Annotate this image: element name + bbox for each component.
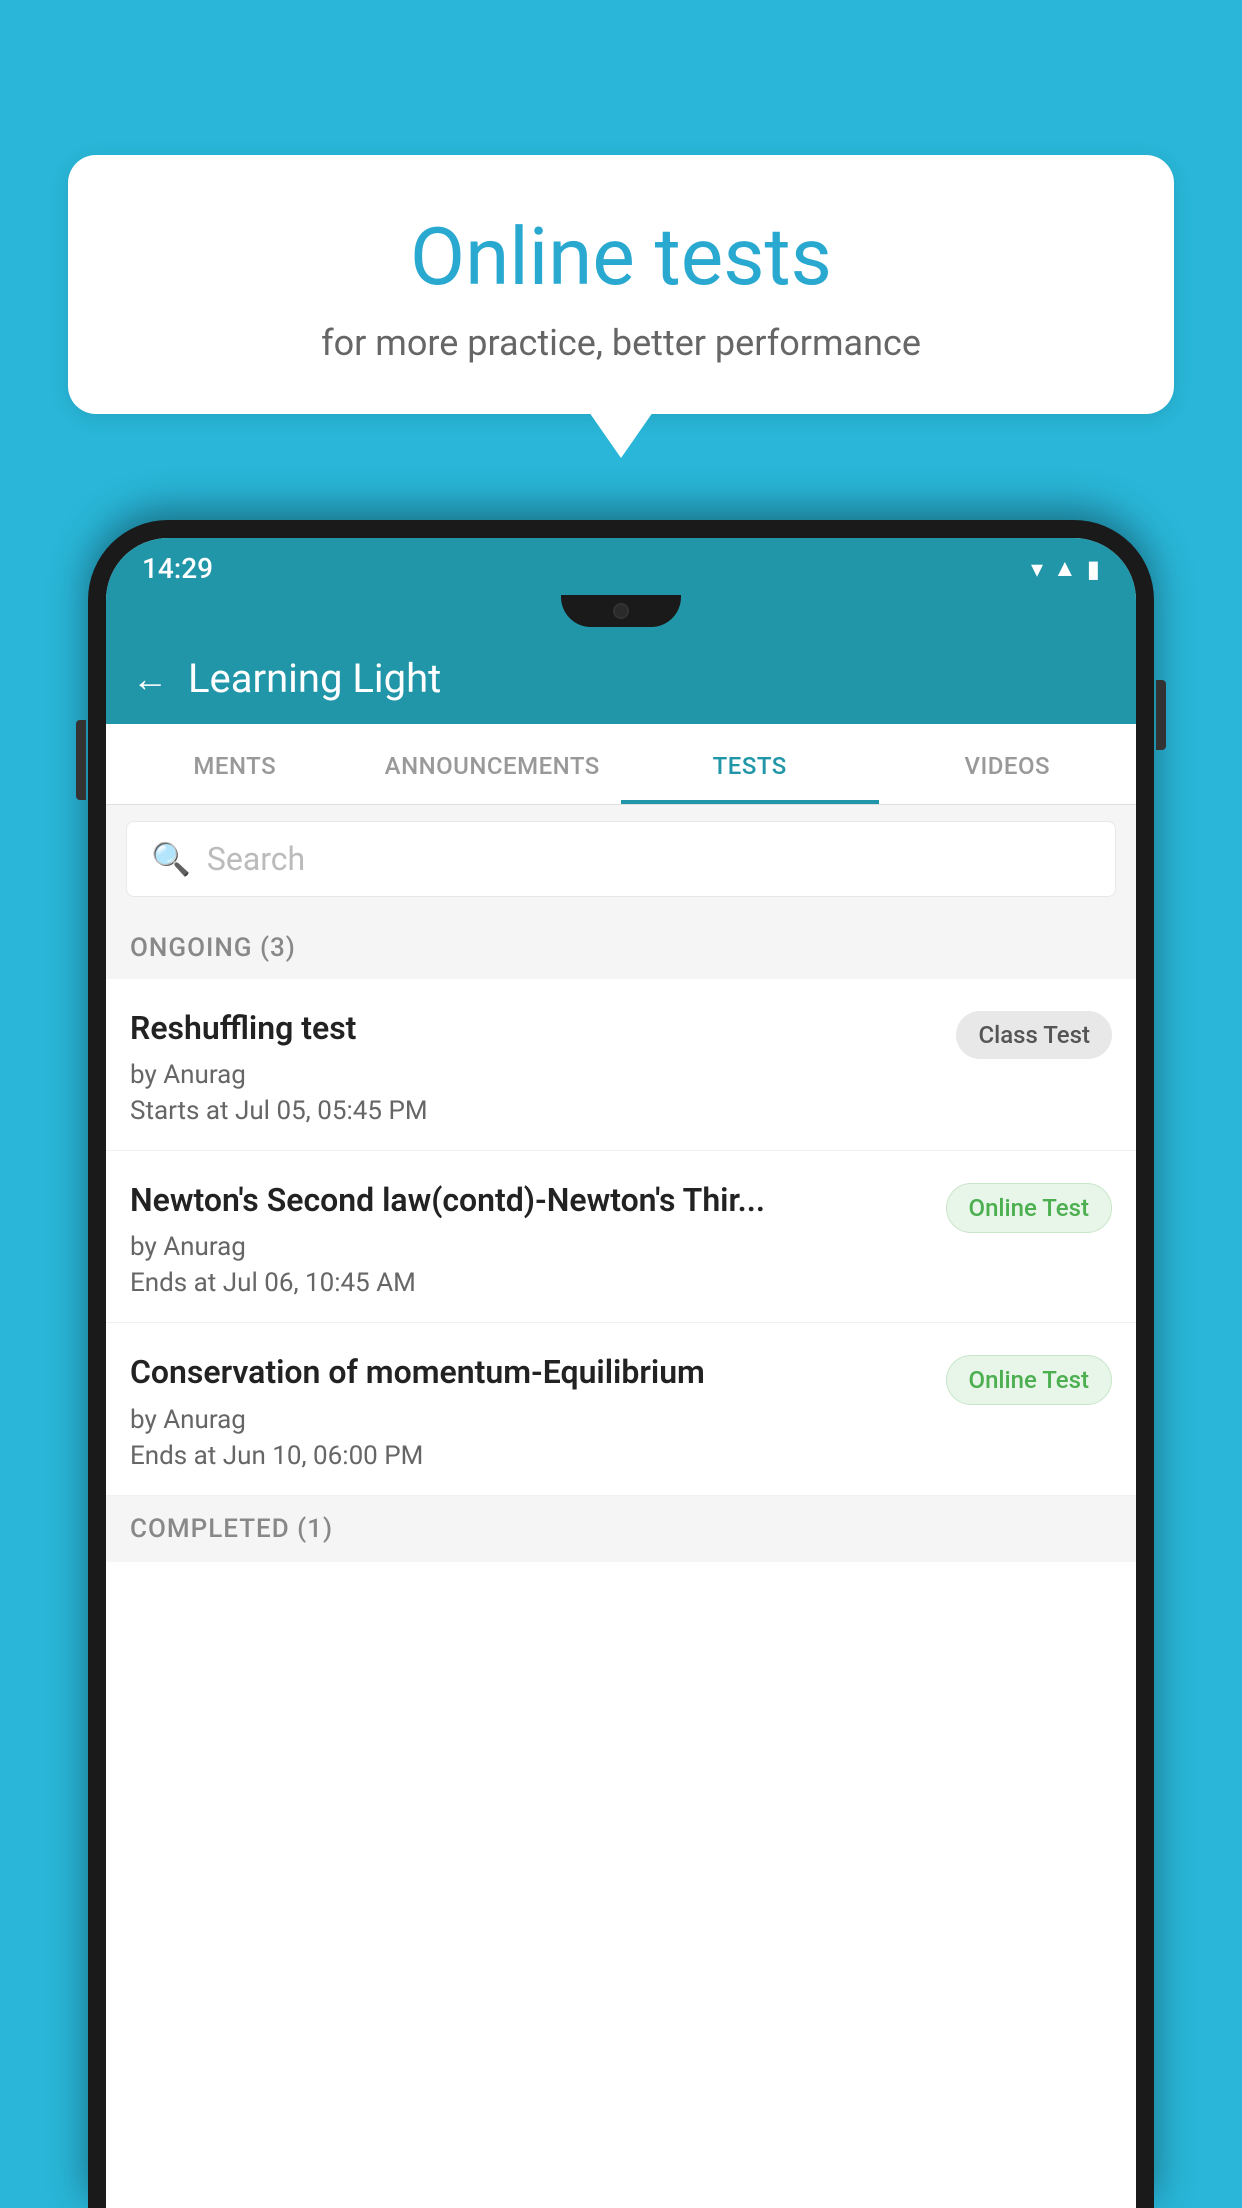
battery-icon: ▮ xyxy=(1087,555,1100,583)
test-date-3: Ends at Jun 10, 06:00 PM xyxy=(130,1441,926,1471)
test-badge-3: Online Test xyxy=(946,1355,1112,1405)
bubble-subtitle: for more practice, better performance xyxy=(128,322,1114,364)
status-bar: 14:29 ▾ ▲ ▮ xyxy=(106,538,1136,595)
test-title-2: Newton's Second law(contd)-Newton's Thir… xyxy=(130,1179,926,1222)
volume-button xyxy=(76,720,86,800)
test-list: Reshuffling test by Anurag Starts at Jul… xyxy=(106,979,1136,2208)
camera-dot xyxy=(613,603,629,619)
test-title-1: Reshuffling test xyxy=(130,1007,936,1050)
phone-screen: 14:29 ▾ ▲ ▮ ← Learning Light xyxy=(106,538,1136,2208)
ongoing-section-header: ONGOING (3) xyxy=(106,913,1136,979)
test-item-3[interactable]: Conservation of momentum-Equilibrium by … xyxy=(106,1323,1136,1495)
speech-bubble-container: Online tests for more practice, better p… xyxy=(68,155,1174,414)
test-title-3: Conservation of momentum-Equilibrium xyxy=(130,1351,926,1394)
search-box[interactable]: 🔍 Search xyxy=(126,821,1116,897)
status-time: 14:29 xyxy=(142,552,213,585)
tab-videos[interactable]: VIDEOS xyxy=(879,724,1137,804)
test-date-1: Starts at Jul 05, 05:45 PM xyxy=(130,1096,936,1126)
app-header: ← Learning Light xyxy=(106,633,1136,724)
test-date-2: Ends at Jul 06, 10:45 AM xyxy=(130,1268,926,1298)
status-icons: ▾ ▲ ▮ xyxy=(1031,554,1100,583)
completed-section-header: COMPLETED (1) xyxy=(106,1496,1136,1562)
bubble-title: Online tests xyxy=(128,210,1114,304)
test-author-1: by Anurag xyxy=(130,1060,936,1090)
app-title: Learning Light xyxy=(188,655,441,702)
phone-frame: 14:29 ▾ ▲ ▮ ← Learning Light xyxy=(88,520,1154,2208)
test-badge-2: Online Test xyxy=(946,1183,1112,1233)
test-author-2: by Anurag xyxy=(130,1232,926,1262)
test-badge-1: Class Test xyxy=(956,1011,1112,1059)
tab-bar: MENTS ANNOUNCEMENTS TESTS VIDEOS xyxy=(106,724,1136,805)
speech-bubble: Online tests for more practice, better p… xyxy=(68,155,1174,414)
tab-announcements[interactable]: ANNOUNCEMENTS xyxy=(364,724,622,804)
search-icon: 🔍 xyxy=(151,840,191,878)
test-item-1[interactable]: Reshuffling test by Anurag Starts at Jul… xyxy=(106,979,1136,1151)
back-button[interactable]: ← xyxy=(132,658,168,700)
test-item-2[interactable]: Newton's Second law(contd)-Newton's Thir… xyxy=(106,1151,1136,1323)
tab-tests[interactable]: TESTS xyxy=(621,724,879,804)
notch xyxy=(561,595,681,627)
wifi-icon: ▾ xyxy=(1031,555,1043,583)
test-author-3: by Anurag xyxy=(130,1405,926,1435)
tab-ments[interactable]: MENTS xyxy=(106,724,364,804)
search-placeholder: Search xyxy=(207,840,305,878)
test-info-1: Reshuffling test by Anurag Starts at Jul… xyxy=(130,1007,936,1126)
test-info-3: Conservation of momentum-Equilibrium by … xyxy=(130,1351,926,1470)
phone-container: 14:29 ▾ ▲ ▮ ← Learning Light xyxy=(88,520,1154,2208)
power-button xyxy=(1156,680,1166,750)
test-info-2: Newton's Second law(contd)-Newton's Thir… xyxy=(130,1179,926,1298)
notch-area xyxy=(106,595,1136,633)
signal-icon: ▲ xyxy=(1053,554,1077,583)
search-container: 🔍 Search xyxy=(106,805,1136,913)
